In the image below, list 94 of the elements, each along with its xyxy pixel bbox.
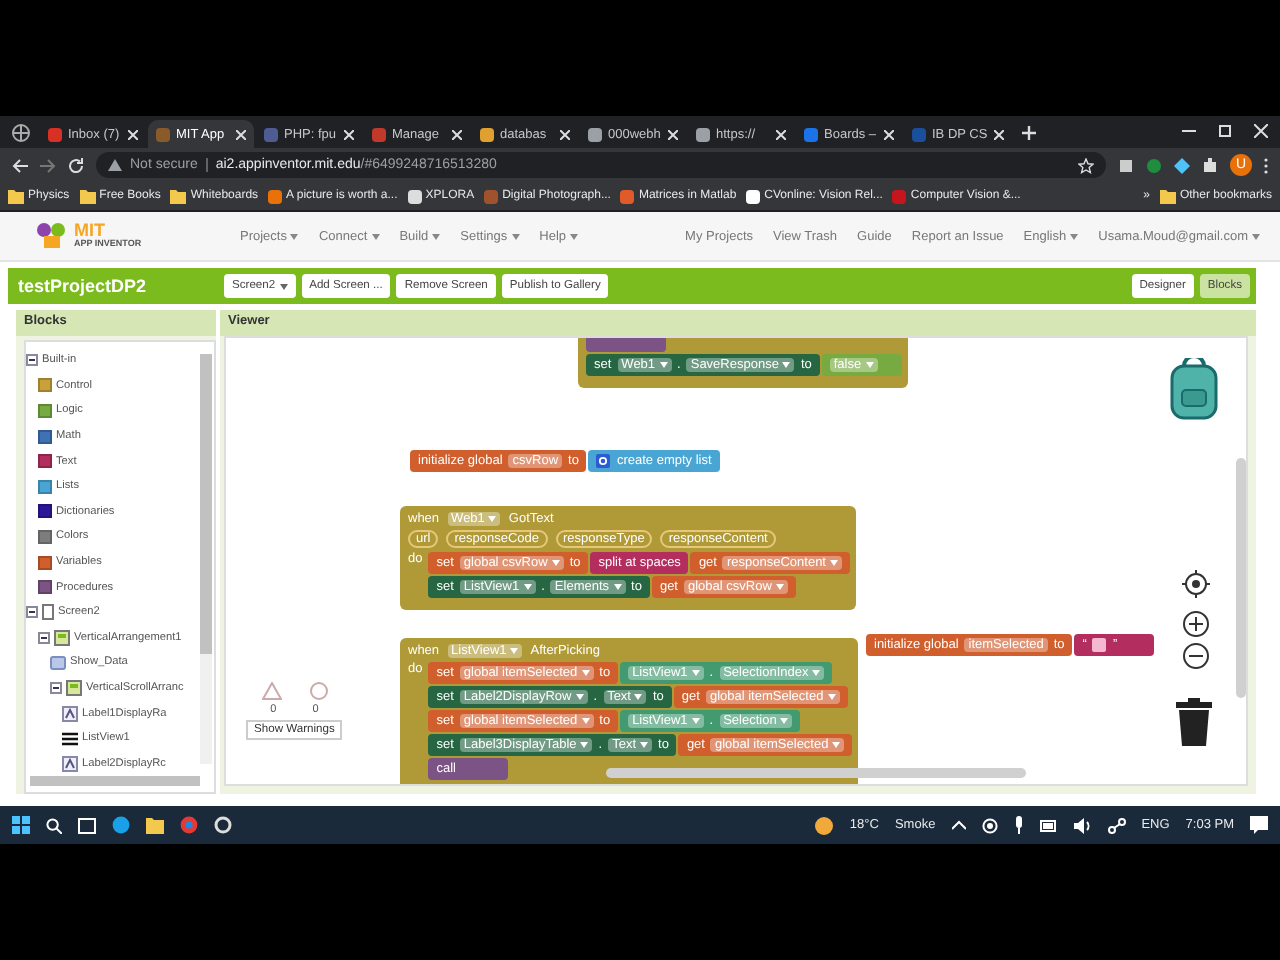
button-icon xyxy=(50,655,66,670)
notification-icon[interactable] xyxy=(1250,816,1268,834)
logo-text: MIT xyxy=(74,222,105,241)
minimize-icon[interactable] xyxy=(1182,124,1196,138)
scrollbar[interactable] xyxy=(30,776,200,786)
windows-icon[interactable] xyxy=(12,816,30,834)
back-icon[interactable] xyxy=(12,157,28,173)
caret-icon xyxy=(865,362,874,368)
sun-icon[interactable] xyxy=(813,815,834,835)
browser-app-icon[interactable] xyxy=(112,816,130,834)
search-icon[interactable] xyxy=(46,817,62,833)
caret-icon xyxy=(613,584,622,590)
caret-icon xyxy=(832,742,841,748)
caret-icon xyxy=(1252,233,1260,239)
caret-icon xyxy=(581,670,590,676)
close-icon[interactable] xyxy=(1254,124,1268,138)
reload-icon[interactable] xyxy=(68,157,84,173)
battery-icon[interactable] xyxy=(1039,819,1058,831)
star-icon[interactable] xyxy=(1078,157,1094,173)
caret-icon xyxy=(551,560,560,566)
task-view-icon[interactable] xyxy=(78,817,96,833)
collapse-icon[interactable] xyxy=(26,606,38,619)
zoom-out-icon[interactable] xyxy=(1182,642,1210,670)
collapse-icon[interactable] xyxy=(38,631,50,644)
label-icon xyxy=(62,755,78,772)
zoom-in-icon[interactable] xyxy=(1182,610,1210,638)
collapse-icon[interactable] xyxy=(50,682,62,695)
backpack-icon[interactable] xyxy=(1166,358,1222,422)
caret-icon xyxy=(290,233,299,239)
caret-icon xyxy=(510,648,519,654)
restore-icon[interactable] xyxy=(1218,124,1232,138)
close-icon[interactable] xyxy=(452,129,462,139)
folder-icon xyxy=(8,189,24,203)
scrollbar[interactable] xyxy=(606,768,1026,778)
close-icon[interactable] xyxy=(884,129,894,139)
caret-icon xyxy=(691,718,700,724)
logo-icon xyxy=(36,222,68,250)
caret-icon xyxy=(640,742,649,748)
collapse-icon[interactable] xyxy=(26,354,38,367)
caret-icon xyxy=(432,233,441,239)
caret-icon xyxy=(570,233,579,239)
folder-icon xyxy=(79,189,96,203)
trash-icon[interactable] xyxy=(1174,698,1214,746)
folder-icon xyxy=(1159,189,1176,203)
close-icon[interactable] xyxy=(776,129,786,139)
list-icon xyxy=(62,731,78,746)
caret-icon xyxy=(575,694,584,700)
folder-icon[interactable] xyxy=(146,817,164,833)
caret-icon xyxy=(511,233,520,239)
globe-icon[interactable] xyxy=(12,124,30,142)
caret-icon xyxy=(812,670,821,676)
layout-icon xyxy=(54,629,70,646)
caret-icon xyxy=(782,362,791,368)
error-icon xyxy=(309,682,328,700)
page-icon xyxy=(42,604,54,621)
layout-icon xyxy=(66,680,82,697)
microphone-icon[interactable] xyxy=(1013,816,1024,834)
record-icon[interactable] xyxy=(981,817,998,833)
chevron-up-icon[interactable] xyxy=(951,820,966,830)
close-icon[interactable] xyxy=(344,129,354,139)
scrollbar[interactable] xyxy=(1236,458,1246,698)
close-icon[interactable] xyxy=(993,129,1004,139)
caret-icon xyxy=(580,742,589,748)
folder-icon xyxy=(170,189,187,203)
caret-icon xyxy=(488,516,497,522)
speaker-icon[interactable] xyxy=(1073,817,1092,833)
warning-icon xyxy=(261,682,282,700)
target-icon[interactable] xyxy=(1182,570,1210,598)
caret-icon xyxy=(581,718,590,724)
browser-app-icon[interactable] xyxy=(180,816,198,834)
gear-icon[interactable] xyxy=(214,816,232,834)
project-title: testProjectDP2 xyxy=(18,276,149,296)
caret-icon xyxy=(659,362,668,368)
forward-icon[interactable] xyxy=(40,157,56,173)
plus-icon[interactable] xyxy=(1022,126,1036,140)
caret-icon xyxy=(634,694,643,700)
warning-icon xyxy=(108,158,122,172)
close-icon[interactable] xyxy=(236,129,246,139)
caret-icon xyxy=(371,233,380,239)
label-icon xyxy=(62,705,78,722)
caret-icon xyxy=(827,694,836,700)
caret-icon xyxy=(279,283,288,289)
puzzle-icon[interactable] xyxy=(1202,157,1218,173)
caret-icon xyxy=(775,584,784,590)
caret-icon xyxy=(830,560,838,566)
caret-icon xyxy=(1070,233,1079,239)
caret-icon xyxy=(523,584,532,590)
close-icon[interactable] xyxy=(668,129,678,139)
network-icon[interactable] xyxy=(1107,817,1126,833)
caret-icon xyxy=(780,718,789,724)
close-icon[interactable] xyxy=(560,129,570,139)
caret-icon xyxy=(691,670,700,676)
scrollbar[interactable] xyxy=(200,354,212,764)
close-icon[interactable] xyxy=(128,129,138,139)
